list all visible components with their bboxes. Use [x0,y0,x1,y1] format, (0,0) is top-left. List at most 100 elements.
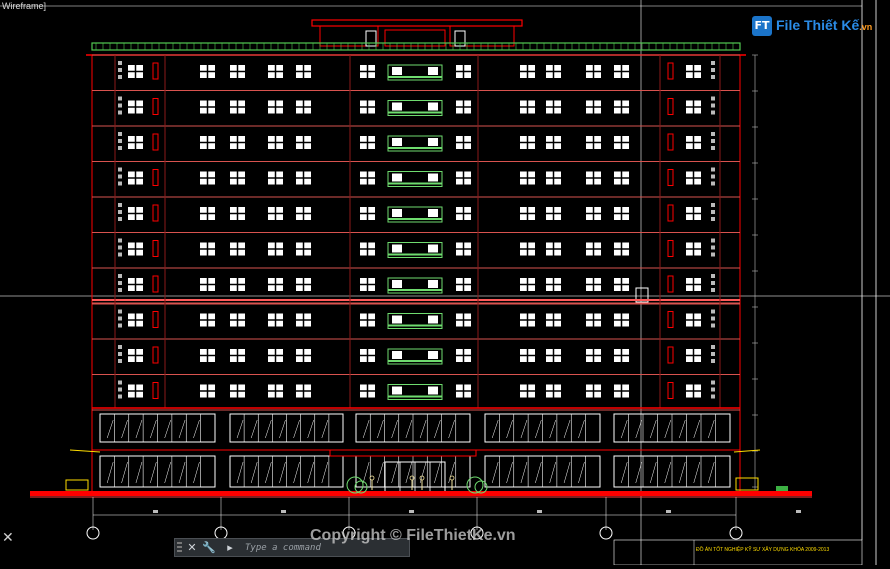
storefront-glass-mark [650,419,657,439]
window [520,207,535,220]
balcony-door [392,351,402,359]
storefront-glass-mark [391,419,398,439]
command-line-grip-icon[interactable] [177,542,182,554]
window [546,100,561,114]
recent-commands-icon[interactable]: ▸ [222,540,238,556]
window [360,207,375,220]
column-marker [711,167,715,172]
window [200,313,215,327]
close-icon[interactable]: ✕ [2,530,14,546]
window [360,65,375,78]
window [296,207,311,220]
balcony-door [392,173,402,182]
column-marker [118,245,122,250]
viewport-style-label[interactable]: Wireframe] [2,1,46,11]
window [614,278,629,291]
window [268,349,283,362]
storefront-glass-mark [293,419,300,439]
window [586,242,601,256]
window [128,100,143,114]
roof-parapet [311,19,523,27]
elevation-drawing[interactable] [0,0,890,566]
balcony-door [428,315,438,324]
window [230,349,245,362]
roof-door-left [365,30,377,47]
storefront-glass-mark [377,419,384,439]
side-slit [152,311,159,328]
dimension-marker [281,510,286,513]
window [230,171,245,185]
storefront-glass-mark [434,419,441,439]
side-slit [667,133,674,151]
window [586,100,601,114]
column-marker [711,75,715,79]
side-slit [667,311,674,328]
window [360,242,375,256]
column-marker [711,132,715,136]
window [360,349,375,362]
settings-icon[interactable]: 🔧 [201,540,217,556]
window [614,207,629,220]
window [296,100,311,114]
storefront-glass-mark [362,461,370,484]
window [546,136,561,149]
storefront-glass-mark [150,461,157,484]
window [686,171,701,185]
column-marker [711,139,715,143]
window [614,136,629,149]
person-head [369,475,375,481]
storefront-glass-mark [293,461,300,484]
dimension-marker [796,510,801,513]
storefront-glass-mark [708,419,715,439]
window [586,171,601,185]
window [200,65,215,78]
column-marker [118,203,122,207]
window [200,136,215,149]
storefront-glass-mark [693,461,700,484]
window [520,136,535,149]
window [520,100,535,114]
window [546,313,561,327]
column-marker [711,61,715,65]
window [614,100,629,114]
balcony-door [392,138,402,146]
column-marker [118,132,122,136]
window [268,65,283,78]
window [546,65,561,78]
column-marker [711,96,715,101]
storefront-glass-mark [236,461,244,484]
window [268,171,283,185]
window [200,100,215,114]
window [230,100,245,114]
storefront-glass-mark [679,461,686,484]
window [686,207,701,220]
storefront-glass-mark [549,461,556,484]
window [456,207,471,220]
window [456,65,471,78]
car-left [65,479,89,491]
window [546,171,561,185]
close-icon[interactable]: ✕ [184,540,200,556]
drawing-viewport[interactable]: Wireframe] [0,0,890,566]
window [586,207,601,220]
storefront-glass-mark [150,419,157,439]
column-marker [118,75,122,79]
window [230,278,245,291]
storefront-glass-mark [250,461,258,484]
balcony-door [392,209,402,217]
window [230,313,245,327]
window [686,242,701,256]
storefront-glass-mark [621,419,628,439]
window [360,313,375,327]
dimension-marker [537,510,542,513]
column-marker [118,309,122,314]
column-marker [118,387,122,392]
dimension-marker [409,510,414,513]
side-slit [152,133,159,151]
logo-text: File Thiết Kế.vn [776,17,872,33]
window [128,65,143,78]
column-marker [118,252,122,257]
window [268,207,283,220]
storefront-glass-mark [307,461,314,484]
balcony-door [428,209,438,217]
